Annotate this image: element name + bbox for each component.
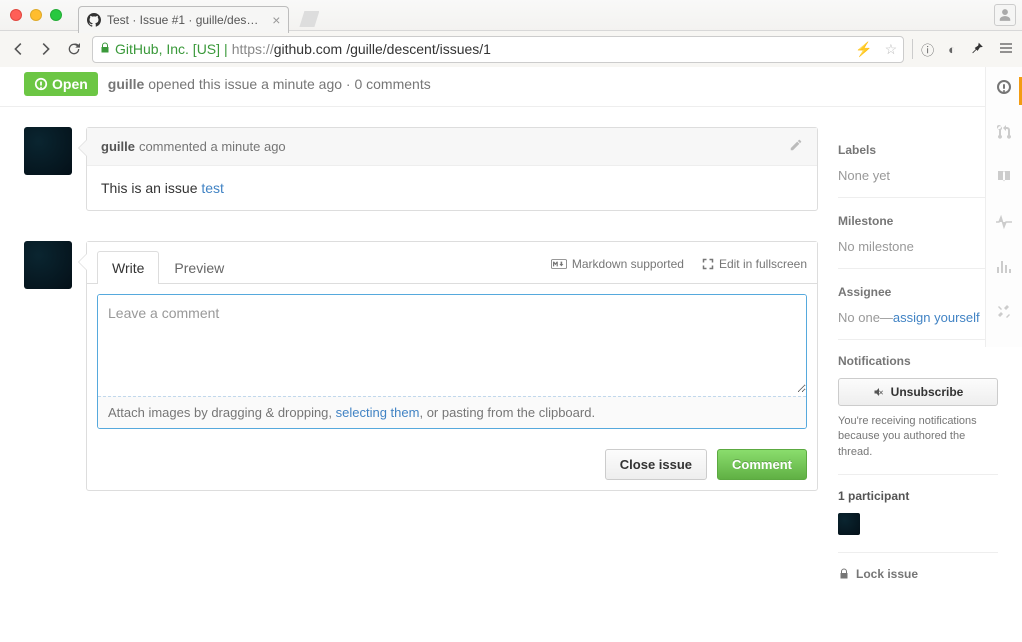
issue-state-badge: Open xyxy=(24,72,98,96)
url-proto: https:// xyxy=(232,41,274,57)
comment-button[interactable]: Comment xyxy=(717,449,807,480)
profile-button[interactable] xyxy=(994,4,1016,26)
rail-pulse-icon[interactable] xyxy=(996,214,1012,233)
assignee-prefix: No one— xyxy=(838,310,893,325)
state-text: Open xyxy=(52,76,88,92)
window-zoom-icon[interactable] xyxy=(50,9,62,21)
browser-tab[interactable]: Test · Issue #1 · guille/des… × xyxy=(78,6,289,33)
markdown-link[interactable]: Markdown supported xyxy=(551,257,684,271)
participant-avatar[interactable] xyxy=(838,513,860,535)
ext-pin-icon[interactable] xyxy=(970,41,984,58)
github-icon xyxy=(87,13,101,27)
address-bar[interactable]: GitHub, Inc. [US] | https://github.com/g… xyxy=(92,36,904,63)
icon-rail xyxy=(985,67,1022,347)
menu-icon[interactable] xyxy=(998,40,1014,59)
issue-opened-text: opened this issue a minute ago · 0 comme… xyxy=(148,76,431,92)
person-icon xyxy=(998,8,1012,22)
assign-yourself-link[interactable]: assign yourself xyxy=(893,310,980,325)
tab-preview[interactable]: Preview xyxy=(159,251,239,284)
pencil-icon[interactable] xyxy=(789,138,803,155)
lock-icon xyxy=(838,567,850,581)
select-files-link[interactable]: selecting them xyxy=(336,405,420,420)
bookmark-star-icon[interactable]: ☆ xyxy=(885,41,898,58)
comment-textarea[interactable] xyxy=(98,295,806,393)
mute-icon xyxy=(873,386,885,398)
rail-wiki-icon[interactable] xyxy=(996,169,1012,188)
rail-graph-icon[interactable] xyxy=(996,259,1012,278)
comment-author[interactable]: guille xyxy=(101,139,135,154)
back-button[interactable] xyxy=(8,39,28,59)
notifications-title: Notifications xyxy=(838,354,998,368)
tab-title: Test · Issue #1 · guille/des… xyxy=(107,13,258,27)
rail-issue-icon[interactable] xyxy=(996,79,1012,98)
forward-button[interactable] xyxy=(36,39,56,59)
notification-note: You're receiving notifications because y… xyxy=(838,414,998,460)
lock-icon xyxy=(99,41,111,58)
avatar[interactable] xyxy=(24,127,72,175)
url-path: /guille/descent/issues/1 xyxy=(346,41,491,57)
assignee-title: Assignee xyxy=(838,285,891,299)
unsubscribe-button[interactable]: Unsubscribe xyxy=(838,378,998,406)
window-minimize-icon[interactable] xyxy=(30,9,42,21)
sidebar: Labels None yet Milestone No milestone A… xyxy=(838,127,998,581)
issue-header: Open guille opened this issue a minute a… xyxy=(0,67,1022,106)
url-host: github.com xyxy=(274,41,342,57)
reload-button[interactable] xyxy=(64,39,84,59)
compose-box: Write Preview Markdown supported Edit in… xyxy=(86,241,818,491)
comment-body-link[interactable]: test xyxy=(201,180,224,196)
ext-info-icon[interactable]: ⓘ xyxy=(921,40,934,59)
issue-open-icon xyxy=(34,77,48,91)
new-tab-button[interactable] xyxy=(299,11,319,27)
comment-time: commented a minute ago xyxy=(139,139,286,154)
labels-value: None yet xyxy=(838,168,998,183)
ext-circle-icon[interactable]: ◐ xyxy=(948,42,956,57)
fullscreen-icon xyxy=(702,258,714,270)
tab-write[interactable]: Write xyxy=(97,251,159,284)
browser-chrome: Test · Issue #1 · guille/des… × GitHub, … xyxy=(0,0,1022,67)
milestone-value: No milestone xyxy=(838,239,998,254)
lock-issue-link[interactable]: Lock issue xyxy=(838,553,998,581)
close-issue-button[interactable]: Close issue xyxy=(605,449,707,480)
comment-box: guille commented a minute ago This is an… xyxy=(86,127,818,211)
issue-author[interactable]: guille xyxy=(108,76,145,92)
rail-pr-icon[interactable] xyxy=(996,124,1012,143)
participants-title: 1 participant xyxy=(838,489,998,503)
labels-title: Labels xyxy=(838,143,876,157)
url-org: GitHub, Inc. [US] xyxy=(115,41,220,57)
avatar[interactable] xyxy=(24,241,72,289)
attach-hint: Attach images by dragging & dropping, se… xyxy=(98,396,806,428)
fullscreen-link[interactable]: Edit in fullscreen xyxy=(702,257,807,271)
comment-body-text: This is an issue xyxy=(101,180,201,196)
tab-close-icon[interactable]: × xyxy=(272,12,280,28)
window-close-icon[interactable] xyxy=(10,9,22,21)
rail-settings-icon[interactable] xyxy=(996,304,1012,323)
markdown-icon xyxy=(551,258,567,270)
milestone-title: Milestone xyxy=(838,214,893,228)
power-icon: ⚡ xyxy=(855,41,872,58)
